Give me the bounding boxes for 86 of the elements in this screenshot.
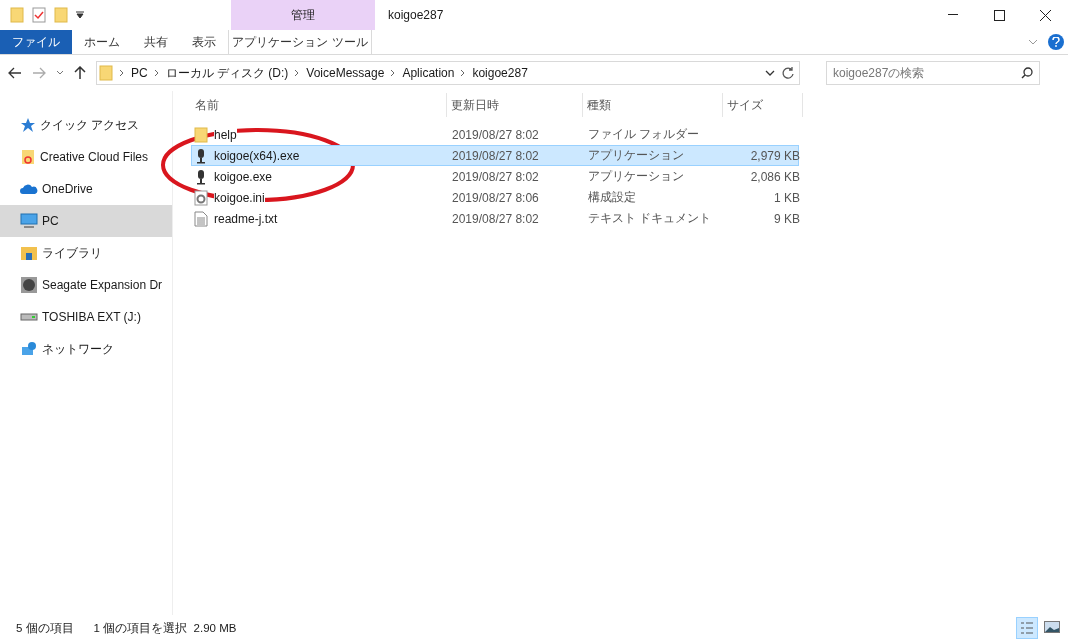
refresh-icon[interactable]	[781, 66, 795, 80]
sidebar-item[interactable]: Seagate Expansion Dr	[0, 269, 172, 301]
sidebar-item[interactable]: PC	[0, 205, 172, 237]
window-title: koigoe287	[387, 7, 445, 24]
image-icon	[1044, 621, 1060, 633]
search-icon	[1021, 67, 1033, 79]
help-icon[interactable]	[1048, 34, 1064, 50]
table-cell-text: アプリケーション	[587, 147, 685, 164]
context-tab-group: 管理	[231, 0, 375, 30]
checklist-icon[interactable]	[32, 7, 46, 23]
table-cell-text: 2,979 KB	[749, 148, 800, 163]
ribbon-tab[interactable]: ホーム	[72, 30, 132, 54]
dropdown-icon[interactable]	[76, 11, 84, 19]
item-count: 5 個の項目	[16, 620, 74, 636]
table-cell-text: 2019/08/27 8:02	[451, 148, 540, 163]
document-icon	[194, 210, 208, 227]
column-header[interactable]: 種類	[583, 93, 723, 117]
table-cell-text: 2019/08/27 8:02	[451, 211, 540, 226]
monitor-icon	[20, 213, 38, 229]
folder-icon	[10, 7, 24, 23]
file-name: koigoe.ini	[214, 190, 265, 205]
chevron-down-icon[interactable]	[765, 70, 775, 76]
file-row[interactable]: koigoe(x64).exe 2019/08/27 8:02 アプリケーション 2,979 KB	[191, 145, 799, 166]
sidebar-item[interactable]: ライブラリ	[0, 237, 172, 269]
table-cell-text: 2019/08/27 8:06	[451, 190, 540, 205]
folder-icon	[54, 7, 68, 23]
ribbon-tab[interactable]: アプリケーション ツール	[228, 30, 372, 54]
breadcrumb[interactable]: Aplication	[402, 66, 455, 80]
table-cell-text: アプリケーション	[587, 168, 685, 185]
chevron-right-icon	[153, 69, 160, 77]
table-cell-text: 1 KB	[773, 190, 800, 205]
chevron-right-icon	[390, 69, 397, 77]
file-row[interactable]: koigoe.ini 2019/08/27 8:06 構成設定 1 KB	[191, 187, 799, 208]
breadcrumb[interactable]: VoiceMessage	[306, 66, 385, 80]
list-icon	[1020, 621, 1034, 635]
sidebar-item[interactable]: OneDrive	[0, 173, 172, 205]
chevron-right-icon	[294, 69, 301, 77]
table-cell-text: 2,086 KB	[749, 169, 800, 184]
table-cell-text: 構成設定	[587, 189, 637, 206]
file-name: koigoe.exe	[214, 169, 273, 184]
ribbon-tab[interactable]: ファイル	[0, 30, 72, 54]
breadcrumb[interactable]: ローカル ディスク (D:)	[165, 64, 289, 82]
chevron-right-icon	[460, 69, 467, 77]
microphone-icon	[194, 168, 208, 185]
network-icon	[20, 341, 38, 357]
file-row[interactable]: koigoe.exe 2019/08/27 8:02 アプリケーション 2,086 KB	[191, 166, 799, 187]
sidebar-item[interactable]: TOSHIBA EXT (J:)	[0, 301, 172, 333]
folder-icon	[20, 149, 36, 165]
star-icon	[20, 117, 36, 133]
up-arrow-icon[interactable]	[74, 66, 86, 80]
column-header[interactable]: 更新日時	[447, 93, 583, 117]
microphone-icon	[194, 147, 208, 164]
chevron-right-icon	[119, 69, 125, 77]
folder-icon	[194, 126, 208, 143]
breadcrumb[interactable]: koigoe287	[472, 66, 528, 80]
selection-info: 1 個の項目を選択 2.90 MB	[93, 620, 237, 636]
sidebar-item[interactable]: クイック アクセス	[0, 109, 172, 141]
file-name: help	[214, 127, 237, 142]
disk-icon	[20, 276, 38, 294]
breadcrumb[interactable]: PC	[131, 66, 148, 80]
cloud-icon	[20, 183, 38, 195]
table-cell-text: 2019/08/27 8:02	[451, 169, 540, 184]
table-cell-text: ファイル フォルダー	[587, 126, 701, 143]
ribbon-tab[interactable]: 共有	[132, 30, 180, 54]
back-arrow-icon[interactable]	[8, 67, 22, 79]
drive-icon	[20, 313, 38, 321]
table-cell-text: 2019/08/27 8:02	[451, 127, 540, 142]
file-name: readme-j.txt	[214, 211, 278, 226]
column-header[interactable]: サイズ	[723, 93, 803, 117]
table-cell-text: 9 KB	[773, 211, 800, 226]
ribbon-tab[interactable]: 表示	[180, 30, 228, 54]
close-icon[interactable]	[1039, 9, 1051, 21]
sidebar-item[interactable]: ネットワーク	[0, 333, 172, 365]
library-icon	[20, 245, 38, 261]
file-row[interactable]: help 2019/08/27 8:02 ファイル フォルダー	[191, 124, 799, 145]
gear-icon	[194, 189, 208, 206]
minimize-icon[interactable]	[948, 14, 958, 16]
table-cell-text: テキスト ドキュメント	[587, 210, 713, 227]
search-field[interactable]: koigoe287の検索	[826, 61, 1040, 85]
file-row[interactable]: readme-j.txt 2019/08/27 8:02 テキスト ドキュメント 9 KB	[191, 208, 799, 229]
folder-icon	[99, 65, 113, 81]
address-bar[interactable]: PC ローカル ディスク (D:) VoiceMessage Aplication koigoe287	[96, 61, 800, 85]
maximize-icon[interactable]	[993, 9, 1005, 21]
file-name: koigoe(x64).exe	[214, 148, 300, 163]
sidebar-item[interactable]: Creative Cloud Files	[0, 141, 172, 173]
column-header[interactable]: 名前	[191, 93, 447, 117]
